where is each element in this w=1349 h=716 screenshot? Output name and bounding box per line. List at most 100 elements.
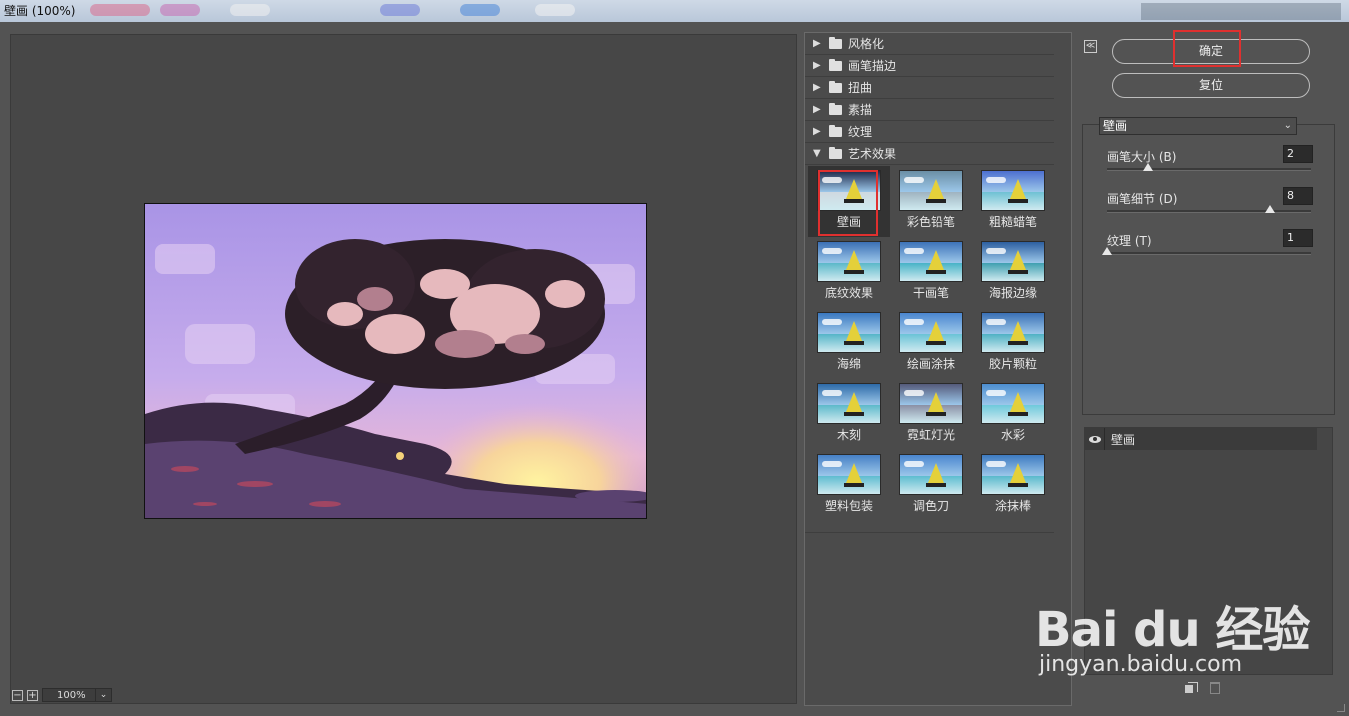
effect-layer-row[interactable]: 壁画 <box>1085 428 1317 450</box>
highlight-box-selected-filter <box>818 170 878 236</box>
filter-thumbnail[interactable]: 海报边缘 <box>972 237 1054 308</box>
filter-thumbnail[interactable]: 涂抹棒 <box>972 450 1054 521</box>
filter-thumbnail[interactable]: 粗糙蜡笔 <box>972 166 1054 237</box>
filter-thumbnail[interactable]: 霓虹灯光 <box>890 379 972 450</box>
folder-icon <box>829 80 842 93</box>
thumbnail-image <box>899 312 963 353</box>
param-value-input[interactable]: 8 <box>1283 187 1313 205</box>
filter-thumbnail[interactable]: 干画笔 <box>890 237 972 308</box>
thumbnail-image <box>981 454 1045 495</box>
resize-grip-icon[interactable] <box>1337 704 1345 712</box>
filter-label: 水彩 <box>1000 428 1025 442</box>
filter-thumbnail[interactable]: 塑料包装 <box>808 450 890 521</box>
background-blur <box>90 4 150 16</box>
slider-handle[interactable] <box>1102 247 1112 255</box>
thumbnail-image <box>981 383 1045 424</box>
filter-select-value: 壁画 <box>1103 119 1128 133</box>
background-blur <box>160 4 200 16</box>
category-label: 纹理 <box>848 124 873 139</box>
expand-triangle-icon: ▶ <box>813 81 821 93</box>
filter-thumbnail[interactable]: 海绵 <box>808 308 890 379</box>
filter-thumbnail[interactable]: 绘画涂抹 <box>890 308 972 379</box>
filter-label: 干画笔 <box>912 286 949 300</box>
category-brush-strokes[interactable]: ▶ 画笔描边 <box>805 55 1054 77</box>
category-texture[interactable]: ▶ 纹理 <box>805 121 1054 143</box>
filter-label: 海报边缘 <box>988 286 1037 300</box>
thumbnail-image <box>899 241 963 282</box>
effect-layer-label: 壁画 <box>1111 432 1136 447</box>
slider-track[interactable] <box>1107 210 1311 213</box>
background-blur <box>460 4 500 16</box>
window-title: 壁画 (100%) <box>4 4 76 18</box>
filter-thumbnail[interactable]: 底纹效果 <box>808 237 890 308</box>
category-stylize[interactable]: ▶ 风格化 <box>805 33 1054 55</box>
slider-track[interactable] <box>1107 252 1311 255</box>
watermark-url: jingyan.baidu.com <box>1039 652 1243 677</box>
filter-label: 涂抹棒 <box>994 499 1031 513</box>
category-label: 画笔描边 <box>848 58 897 73</box>
filter-label: 木刻 <box>836 428 861 442</box>
filter-label: 胶片颗粒 <box>988 357 1037 371</box>
zoom-controls: − + 100% ⌄ <box>12 688 112 702</box>
filter-label: 霓虹灯光 <box>906 428 955 442</box>
reset-button[interactable]: 复位 <box>1112 73 1310 98</box>
expand-triangle-icon: ▶ <box>813 103 821 115</box>
thumbnail-image <box>899 170 963 211</box>
eye-icon[interactable] <box>1085 428 1105 450</box>
filter-thumbnail[interactable]: 胶片颗粒 <box>972 308 1054 379</box>
folder-icon <box>829 124 842 137</box>
category-label: 风格化 <box>848 36 885 51</box>
category-artistic[interactable]: ▼ 艺术效果 <box>805 143 1054 165</box>
zoom-select[interactable]: 100% ⌄ <box>42 688 112 702</box>
filter-thumbnail[interactable]: 水彩 <box>972 379 1054 450</box>
thumbnail-image <box>817 383 881 424</box>
folder-open-icon <box>829 146 842 159</box>
collapse-triangle-icon: ▼ <box>813 147 821 159</box>
folder-icon <box>829 36 842 49</box>
filter-thumbnail[interactable]: 调色刀 <box>890 450 972 521</box>
slider-handle[interactable] <box>1142 163 1153 171</box>
zoom-level: 100% <box>57 689 86 701</box>
folder-icon <box>829 58 842 71</box>
folder-icon <box>829 102 842 115</box>
slider-handle[interactable] <box>1265 205 1276 213</box>
expand-triangle-icon: ▶ <box>813 37 821 49</box>
param-label: 纹理 (T) <box>1107 234 1152 248</box>
param-label: 画笔大小 (B) <box>1107 150 1177 164</box>
category-distort[interactable]: ▶ 扭曲 <box>805 77 1054 99</box>
watermark: Bai du 经验 jingyan.baidu.com <box>1035 570 1335 690</box>
category-label: 艺术效果 <box>848 146 897 161</box>
preview-image <box>144 203 647 519</box>
filter-label: 粗糙蜡笔 <box>988 215 1037 229</box>
slider-track[interactable] <box>1107 168 1311 171</box>
param-brush-detail: 画笔细节 (D) 8 <box>1107 187 1315 213</box>
thumbnail-image <box>981 312 1045 353</box>
background-blur <box>230 4 270 16</box>
param-value-input[interactable]: 2 <box>1283 145 1313 163</box>
thumbnail-image <box>899 383 963 424</box>
background-blur <box>535 4 575 16</box>
filter-label: 塑料包装 <box>824 499 873 513</box>
zoom-in-button[interactable]: + <box>27 689 38 701</box>
zoom-out-button[interactable]: − <box>12 689 23 701</box>
filter-settings-group: 壁画 ⌄ 画笔大小 (B) 2 画笔细节 (D) 8 纹理 (T) 1 <box>1082 117 1335 415</box>
titlebar-controls[interactable] <box>1141 3 1341 20</box>
category-sketch[interactable]: ▶ 素描 <box>805 99 1054 121</box>
param-value-input[interactable]: 1 <box>1283 229 1313 247</box>
param-texture: 纹理 (T) 1 <box>1102 229 1315 255</box>
watermark-brand: Bai du 经验 <box>1035 602 1310 658</box>
window-titlebar: 壁画 (100%) <box>0 0 1349 22</box>
thumbnail-image <box>981 170 1045 211</box>
filter-thumbnail[interactable]: 木刻 <box>808 379 890 450</box>
highlight-box-ok-button <box>1173 30 1241 67</box>
filter-select[interactable]: 壁画 ⌄ <box>1099 117 1297 135</box>
chevron-down-icon[interactable]: ⌄ <box>95 689 111 701</box>
filter-thumbnail[interactable]: 彩色铅笔 <box>890 166 972 237</box>
thumbnail-image <box>817 312 881 353</box>
collapse-panel-icon[interactable]: ≪ <box>1084 40 1097 53</box>
chevron-down-icon: ⌄ <box>1283 120 1292 131</box>
thumbnail-image <box>899 454 963 495</box>
background-blur <box>380 4 420 16</box>
expand-triangle-icon: ▶ <box>813 59 821 71</box>
filter-label: 底纹效果 <box>824 286 873 300</box>
